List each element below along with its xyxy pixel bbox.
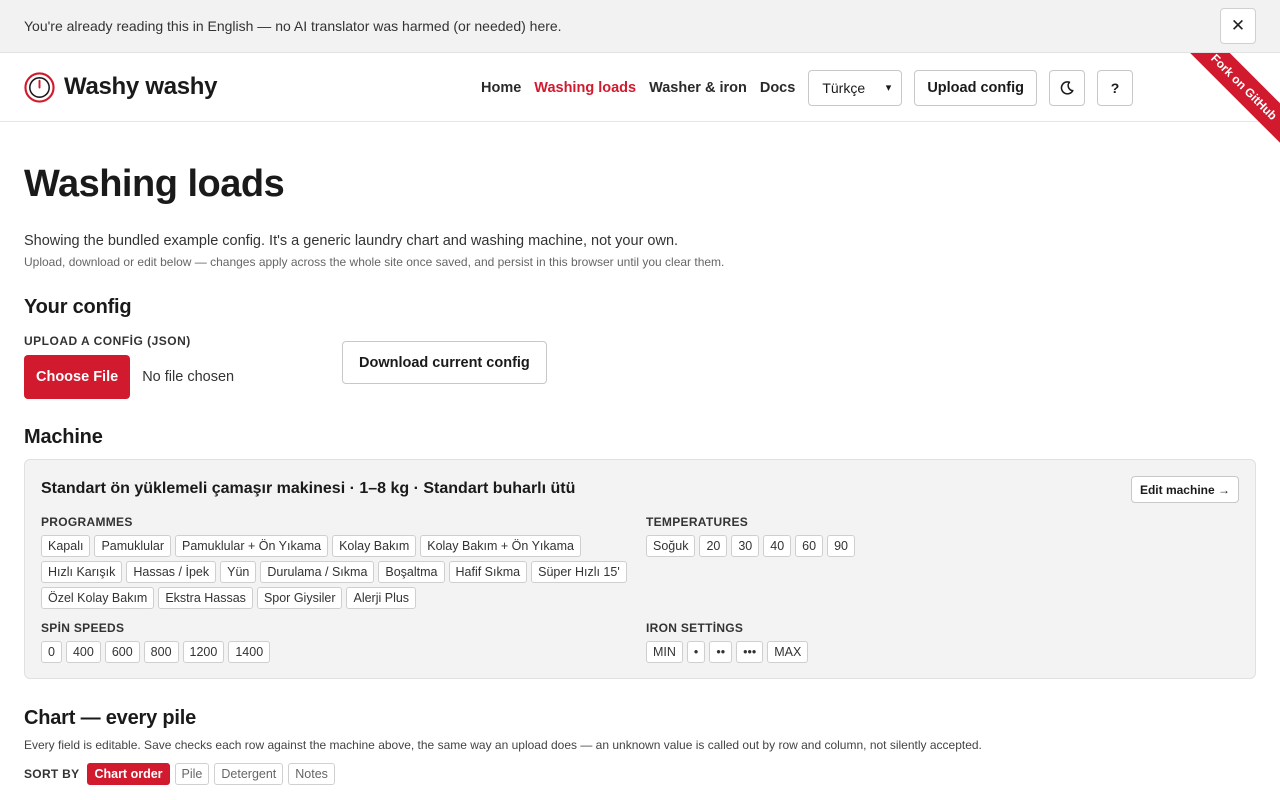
banner-text: You're already reading this in English —… [24, 18, 562, 34]
upload-config-button[interactable]: Upload config [914, 69, 1037, 106]
file-status: No file chosen [142, 369, 235, 385]
temperatures-list: Soğuk 20 30 40 60 90 [646, 535, 1206, 561]
programme-chip: Kapalı [41, 535, 91, 557]
temperature-chip: 20 [699, 535, 728, 557]
iron-settings-label: IRON SETTİNGS [646, 621, 744, 635]
iron-setting-chip: MAX [767, 641, 809, 663]
temperature-chip: Soğuk [646, 535, 696, 557]
help-icon: ? [1110, 79, 1120, 96]
brand[interactable]: Washy washy [24, 71, 218, 103]
spin-speed-chip: 0 [41, 641, 62, 663]
github-ribbon[interactable]: Fork on GitHub [1190, 53, 1280, 143]
spin-speeds-group: SPİN SPEEDS 0 400 600 800 1200 1400 [41, 621, 641, 667]
close-icon: ✕ [1230, 16, 1246, 35]
main-nav: Home Washing loads Washer & iron Docs Tü… [481, 53, 1133, 121]
chevron-down-icon: ▾ [885, 82, 892, 94]
brand-name: Washy washy [64, 73, 218, 100]
close-banner-button[interactable]: ✕ [1220, 8, 1256, 44]
file-upload: Choose File No file chosen [24, 355, 1256, 399]
language-select[interactable]: Türkçe ▾ [808, 69, 903, 106]
spin-speed-chip: 1400 [228, 641, 271, 663]
washing-machine-logo-icon [24, 71, 55, 103]
temperature-chip: 90 [827, 535, 855, 557]
temperatures-group: TEMPERATURES Soğuk 20 30 40 60 90 [646, 515, 1206, 561]
page-lead: Showing the bundled example config. It's… [24, 233, 679, 249]
nav-washing-loads[interactable]: Washing loads [534, 80, 636, 96]
chart-section-title: Chart — every pile [24, 707, 197, 729]
temperature-chip: 40 [763, 535, 792, 557]
programmes-group: PROGRAMMES Kapalı Pamuklular Pamuklular … [41, 515, 641, 613]
sort-detergent[interactable]: Detergent [214, 763, 284, 785]
programme-chip: Hafif Sıkma [448, 561, 528, 583]
language-value: Türkçe [822, 79, 866, 96]
programmes-label: PROGRAMMES [41, 515, 133, 529]
chart-description: Every field is editable. Save checks eac… [24, 738, 982, 752]
moon-icon [1060, 80, 1074, 95]
help-button[interactable]: ? [1096, 69, 1133, 106]
sort-chart-order[interactable]: Chart order [87, 763, 170, 785]
sort-controls: SORT BY Chart order Pile Detergent Notes [24, 763, 1256, 785]
programme-chip: Ekstra Hassas [158, 587, 253, 609]
programme-chip: Spor Giysiler [256, 587, 343, 609]
main-content: Washing loads Showing the bundled exampl… [0, 162, 1280, 785]
programme-chip: Kolay Bakım [332, 535, 417, 557]
iron-settings-group: IRON SETTİNGS MIN • •• ••• MAX [646, 621, 1206, 667]
spin-speeds-label: SPİN SPEEDS [41, 621, 125, 635]
github-ribbon-label: Fork on GitHub [1190, 53, 1280, 143]
temperature-chip: 60 [795, 535, 824, 557]
spin-speed-chip: 800 [143, 641, 179, 663]
config-section-title: Your config [24, 296, 132, 318]
sort-pile[interactable]: Pile [174, 763, 210, 785]
programme-chip: Özel Kolay Bakım [41, 587, 155, 609]
machine-card: Standart ön yüklemeli çamaşır makinesi ·… [24, 459, 1256, 679]
upload-config-label: UPLOAD A CONFİG (JSON) [24, 334, 191, 348]
nav-docs[interactable]: Docs [760, 80, 795, 96]
programme-chip: Boşaltma [378, 561, 445, 583]
nav-home[interactable]: Home [481, 80, 521, 96]
programme-chip: Durulama / Sıkma [260, 561, 375, 583]
page-sublead: Upload, download or edit below — changes… [24, 255, 725, 269]
iron-setting-chip: •• [709, 641, 733, 663]
programme-chip: Yün [220, 561, 257, 583]
temperatures-label: TEMPERATURES [646, 515, 749, 529]
temperature-chip: 30 [731, 535, 760, 557]
spin-speed-chip: 600 [104, 641, 140, 663]
sort-notes[interactable]: Notes [288, 763, 335, 785]
spin-speed-chip: 1200 [182, 641, 225, 663]
site-header: Washy washy Home Washing loads Washer & … [0, 53, 1280, 122]
machine-name: Standart ön yüklemeli çamaşır makinesi ·… [41, 480, 576, 497]
spin-speeds-list: 0 400 600 800 1200 1400 [41, 641, 641, 667]
sort-label: SORT BY [24, 767, 80, 781]
programme-chip: Süper Hızlı 15' [531, 561, 627, 583]
iron-settings-list: MIN • •• ••• MAX [646, 641, 1206, 667]
choose-file-button[interactable]: Choose File [24, 355, 131, 399]
edit-machine-button[interactable]: Edit machine → [1130, 476, 1239, 503]
programmes-list: Kapalı Pamuklular Pamuklular + Ön Yıkama… [41, 535, 641, 613]
iron-setting-chip: ••• [736, 641, 764, 663]
programme-chip: Kolay Bakım + Ön Yıkama [420, 535, 581, 557]
info-banner: You're already reading this in English —… [0, 0, 1280, 53]
programme-chip: Hassas / İpek [126, 561, 217, 583]
iron-setting-chip: • [686, 641, 706, 663]
machine-section-title: Machine [24, 426, 103, 448]
nav-washer-iron[interactable]: Washer & iron [649, 80, 747, 96]
theme-toggle-button[interactable] [1048, 69, 1085, 106]
programme-chip: Hızlı Karışık [41, 561, 123, 583]
spin-speed-chip: 400 [65, 641, 101, 663]
iron-setting-chip: MIN [646, 641, 683, 663]
programme-chip: Alerji Plus [346, 587, 417, 609]
download-config-button[interactable]: Download current config [342, 341, 547, 384]
programme-chip: Pamuklular + Ön Yıkama [174, 535, 329, 557]
page-title: Washing loads [24, 163, 285, 205]
programme-chip: Pamuklular [94, 535, 171, 557]
